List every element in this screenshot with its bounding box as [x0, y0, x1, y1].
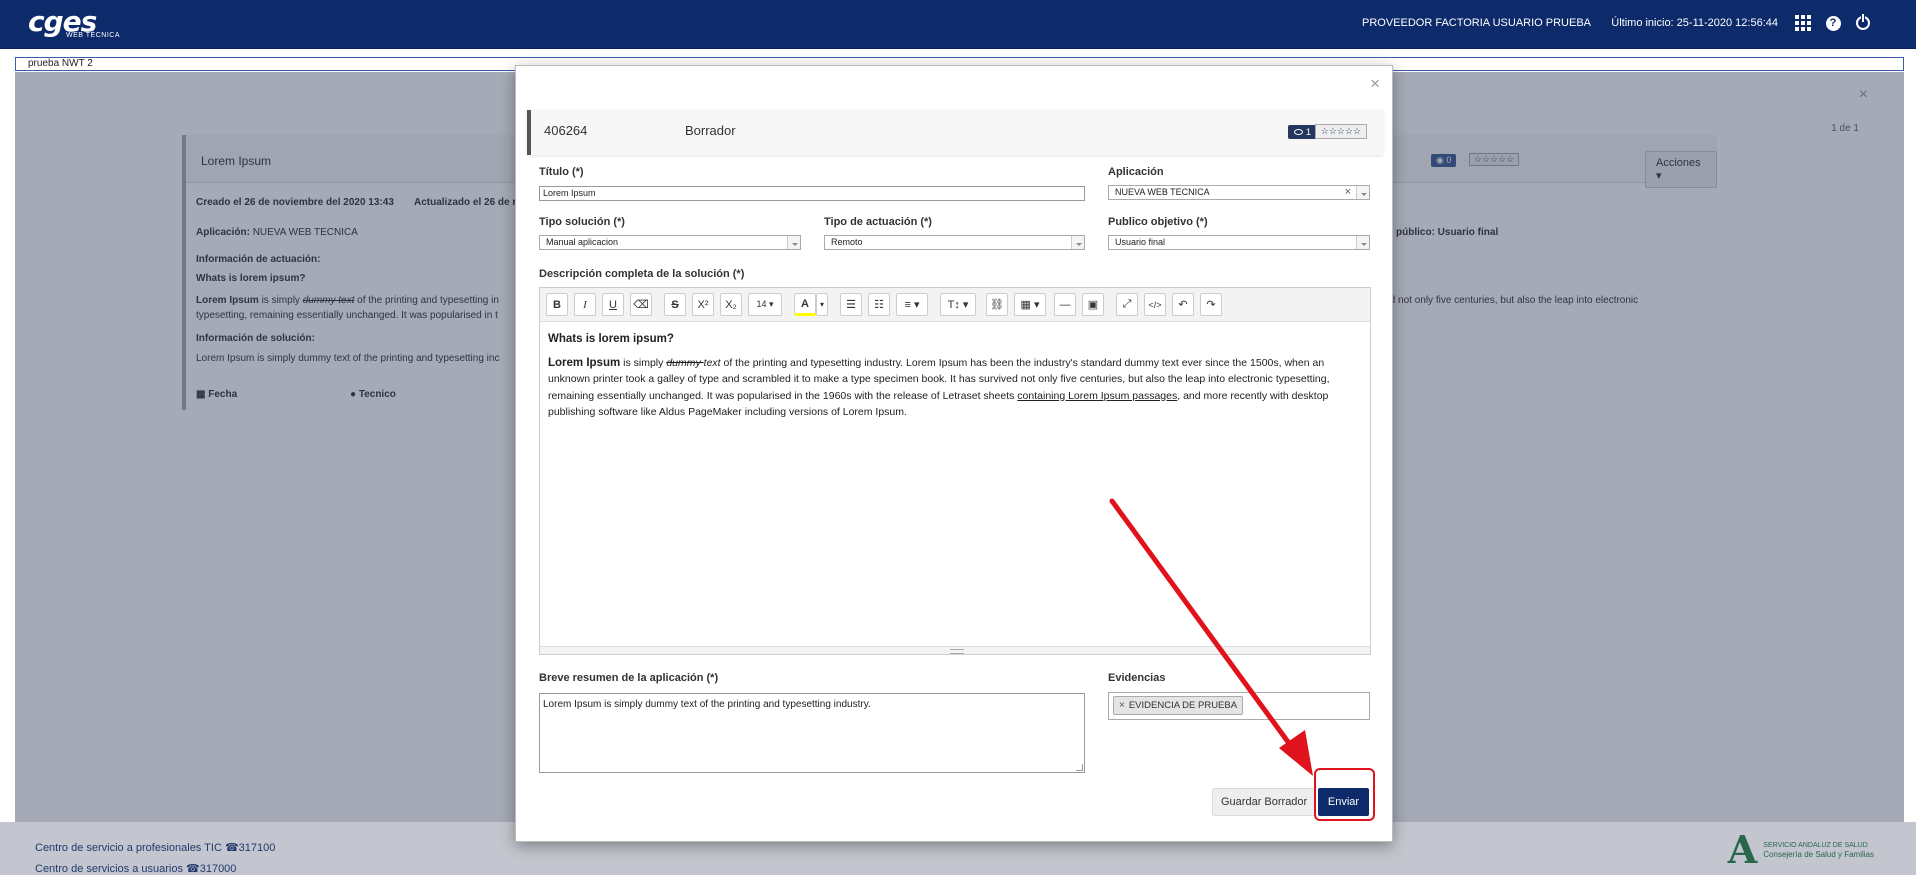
- rich-text-editor[interactable]: B I U ⌫ S X² X₂ 14 ▾ A ▾ ☰ ☷ ≡ ▾ T↕ ▾ ⛓ …: [539, 287, 1371, 655]
- image-icon[interactable]: ▣: [1082, 293, 1104, 316]
- tipo-solucion-value: Manual aplicacion: [546, 237, 619, 247]
- views-count: 1: [1305, 127, 1311, 137]
- chevron-down-icon[interactable]: [1356, 236, 1369, 249]
- edit-solution-modal: × 406264 Borrador 1 ☆☆☆☆☆ Título (*) Lor…: [515, 65, 1393, 842]
- italic-button[interactable]: I: [574, 293, 596, 316]
- eye-icon: [1293, 129, 1303, 135]
- text-color-button[interactable]: A: [794, 293, 816, 316]
- chevron-down-icon[interactable]: [787, 236, 800, 249]
- align-dropdown[interactable]: ≡ ▾: [896, 293, 928, 316]
- publico-label: Publico objetivo (*): [1108, 216, 1208, 228]
- horizontal-rule-icon[interactable]: —: [1054, 293, 1076, 316]
- editor-underlined-text: containing Lorem Ipsum passages: [1017, 389, 1178, 402]
- user-name: PROVEEDOR FACTORIA USUARIO PRUEBA: [1361, 17, 1591, 29]
- tipo-actuacion-label: Tipo de actuación (*): [824, 216, 932, 228]
- superscript-button[interactable]: X²: [692, 293, 714, 316]
- cges-logo[interactable]: cges WEB TÉCNICA: [28, 5, 120, 40]
- tipo-actuacion-select[interactable]: Remoto: [824, 235, 1085, 250]
- editor-resize-handle[interactable]: [540, 646, 1370, 654]
- evidence-multiselect[interactable]: × EVIDENCIA DE PRUEBA: [1108, 692, 1370, 720]
- chevron-down-icon[interactable]: [1356, 186, 1369, 199]
- editor-content[interactable]: Whats is lorem ipsum? Lorem Ipsum is sim…: [540, 322, 1370, 430]
- eraser-icon[interactable]: ⌫: [630, 293, 652, 316]
- title-label: Título (*): [539, 166, 584, 178]
- bold-button[interactable]: B: [546, 293, 568, 316]
- link-icon[interactable]: ⛓: [986, 293, 1008, 316]
- code-view-icon[interactable]: </>: [1144, 293, 1166, 316]
- rating-stars[interactable]: ☆☆☆☆☆: [1314, 124, 1367, 139]
- editor-italic-text: text: [703, 356, 721, 369]
- evidence-label: Evidencias: [1108, 672, 1166, 684]
- send-button[interactable]: Enviar: [1318, 788, 1369, 816]
- help-icon[interactable]: ?: [1824, 14, 1842, 32]
- save-draft-button[interactable]: Guardar Borrador: [1212, 788, 1317, 816]
- undo-icon[interactable]: ↶: [1172, 293, 1194, 316]
- solution-id: 406264: [544, 123, 588, 138]
- logo-subtext: WEB TÉCNICA: [66, 32, 120, 39]
- logo-text: cges: [28, 5, 97, 38]
- tipo-solucion-select[interactable]: Manual aplicacion: [539, 235, 801, 250]
- apps-grid-icon[interactable]: [1794, 14, 1812, 32]
- tipo-solucion-label: Tipo solución (*): [539, 216, 625, 228]
- editor-paragraph: Lorem Ipsum is simply dummy text of the …: [548, 355, 1362, 421]
- publico-value: Usuario final: [1115, 237, 1166, 247]
- views-badge: 1: [1287, 125, 1317, 139]
- editor-strike-text: dummy: [666, 356, 704, 369]
- app-select[interactable]: NUEVA WEB TECNICA ×: [1108, 185, 1370, 200]
- bullet-list-icon[interactable]: ☰: [840, 293, 862, 316]
- font-size-dropdown[interactable]: 14 ▾: [748, 293, 782, 316]
- line-height-dropdown[interactable]: T↕ ▾: [940, 293, 976, 316]
- top-navbar: cges WEB TÉCNICA PROVEEDOR FACTORIA USUA…: [0, 0, 1916, 49]
- editor-text-1: is simply: [620, 356, 667, 369]
- editor-toolbar: B I U ⌫ S X² X₂ 14 ▾ A ▾ ☰ ☷ ≡ ▾ T↕ ▾ ⛓ …: [540, 288, 1370, 322]
- evidence-tag: × EVIDENCIA DE PRUEBA: [1113, 696, 1244, 715]
- summary-textarea[interactable]: Lorem Ipsum is simply dummy text of the …: [539, 693, 1085, 773]
- clear-icon[interactable]: ×: [1345, 186, 1351, 199]
- modal-header: 406264 Borrador 1 ☆☆☆☆☆: [527, 110, 1383, 155]
- title-input[interactable]: Lorem Ipsum: [539, 186, 1085, 201]
- editor-bold-text: Lorem Ipsum: [548, 356, 621, 369]
- tipo-actuacion-value: Remoto: [831, 237, 863, 247]
- fullscreen-icon[interactable]: ⤢: [1116, 293, 1138, 316]
- remove-tag-icon[interactable]: ×: [1119, 700, 1125, 711]
- evidence-tag-label: EVIDENCIA DE PRUEBA: [1128, 700, 1238, 711]
- strikethrough-button[interactable]: S: [664, 293, 686, 316]
- description-label: Descripción completa de la solución (*): [539, 268, 745, 280]
- table-dropdown[interactable]: ▦ ▾: [1014, 293, 1046, 316]
- underline-button[interactable]: U: [602, 293, 624, 316]
- publico-select[interactable]: Usuario final: [1108, 235, 1370, 250]
- last-login: Último inicio: 25-11-2020 12:56:44: [1611, 17, 1778, 29]
- app-select-value: NUEVA WEB TECNICA: [1115, 187, 1210, 197]
- solution-status: Borrador: [685, 123, 736, 138]
- text-color-caret-icon[interactable]: ▾: [816, 293, 828, 316]
- redo-icon[interactable]: ↷: [1200, 293, 1222, 316]
- numbered-list-icon[interactable]: ☷: [868, 293, 890, 316]
- modal-close-icon[interactable]: ×: [1370, 74, 1380, 94]
- summary-label: Breve resumen de la aplicación (*): [539, 672, 719, 684]
- editor-heading: Whats is lorem ipsum?: [548, 333, 674, 345]
- power-icon[interactable]: [1854, 14, 1872, 32]
- subscript-button[interactable]: X₂: [720, 293, 742, 316]
- app-label: Aplicación: [1108, 166, 1164, 178]
- chevron-down-icon[interactable]: [1071, 236, 1084, 249]
